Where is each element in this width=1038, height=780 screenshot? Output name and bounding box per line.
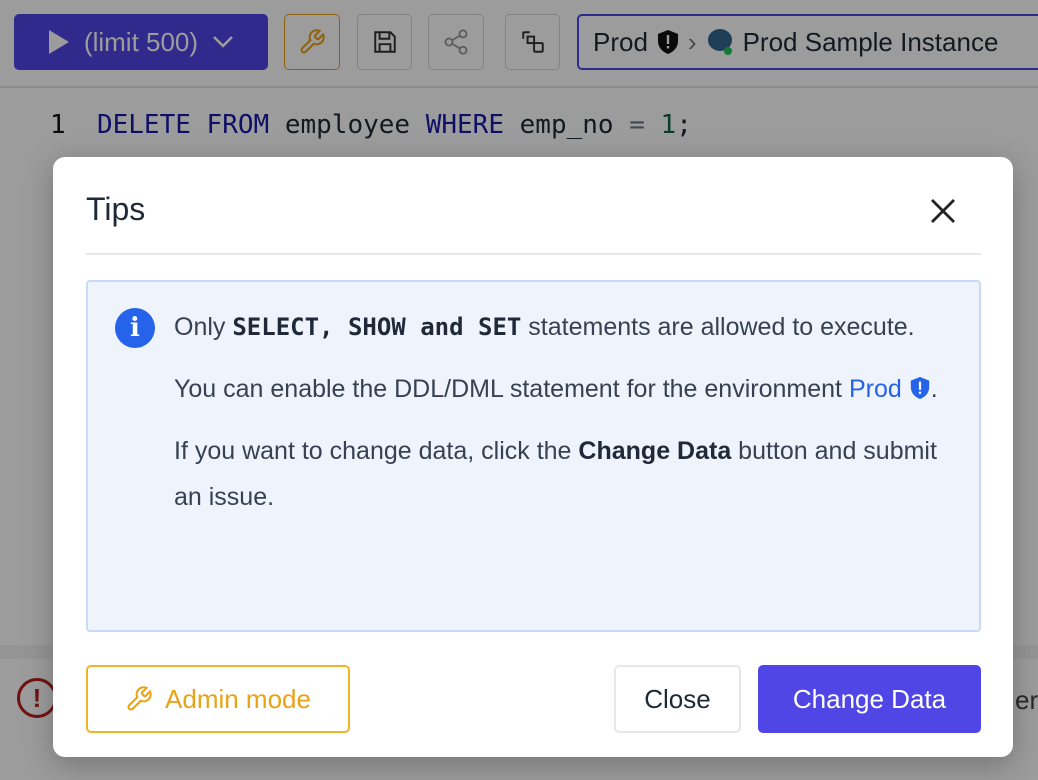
change-data-button[interactable]: Change Data (758, 665, 981, 733)
dialog-divider (86, 253, 981, 255)
info-alert: i Only SELECT, SHOW and SET statements a… (86, 280, 981, 632)
info-paragraph: Only SELECT, SHOW and SET statements are… (174, 313, 915, 341)
environment-link[interactable]: Prod (849, 375, 931, 403)
tips-dialog: Tips i Only SELECT, SHOW and SET stateme… (53, 157, 1013, 757)
admin-mode-button[interactable]: Admin mode (86, 665, 350, 733)
info-paragraph: If you want to change data, click the Ch… (174, 437, 937, 511)
close-icon[interactable] (925, 193, 961, 229)
dialog-title: Tips (86, 191, 146, 227)
shield-alert-icon (910, 377, 929, 399)
admin-mode-label: Admin mode (165, 683, 311, 714)
info-icon: i (115, 308, 155, 348)
wrench-icon (127, 686, 152, 711)
close-button[interactable]: Close (614, 665, 741, 733)
info-paragraph: You can enable the DDL/DML statement for… (174, 375, 938, 403)
